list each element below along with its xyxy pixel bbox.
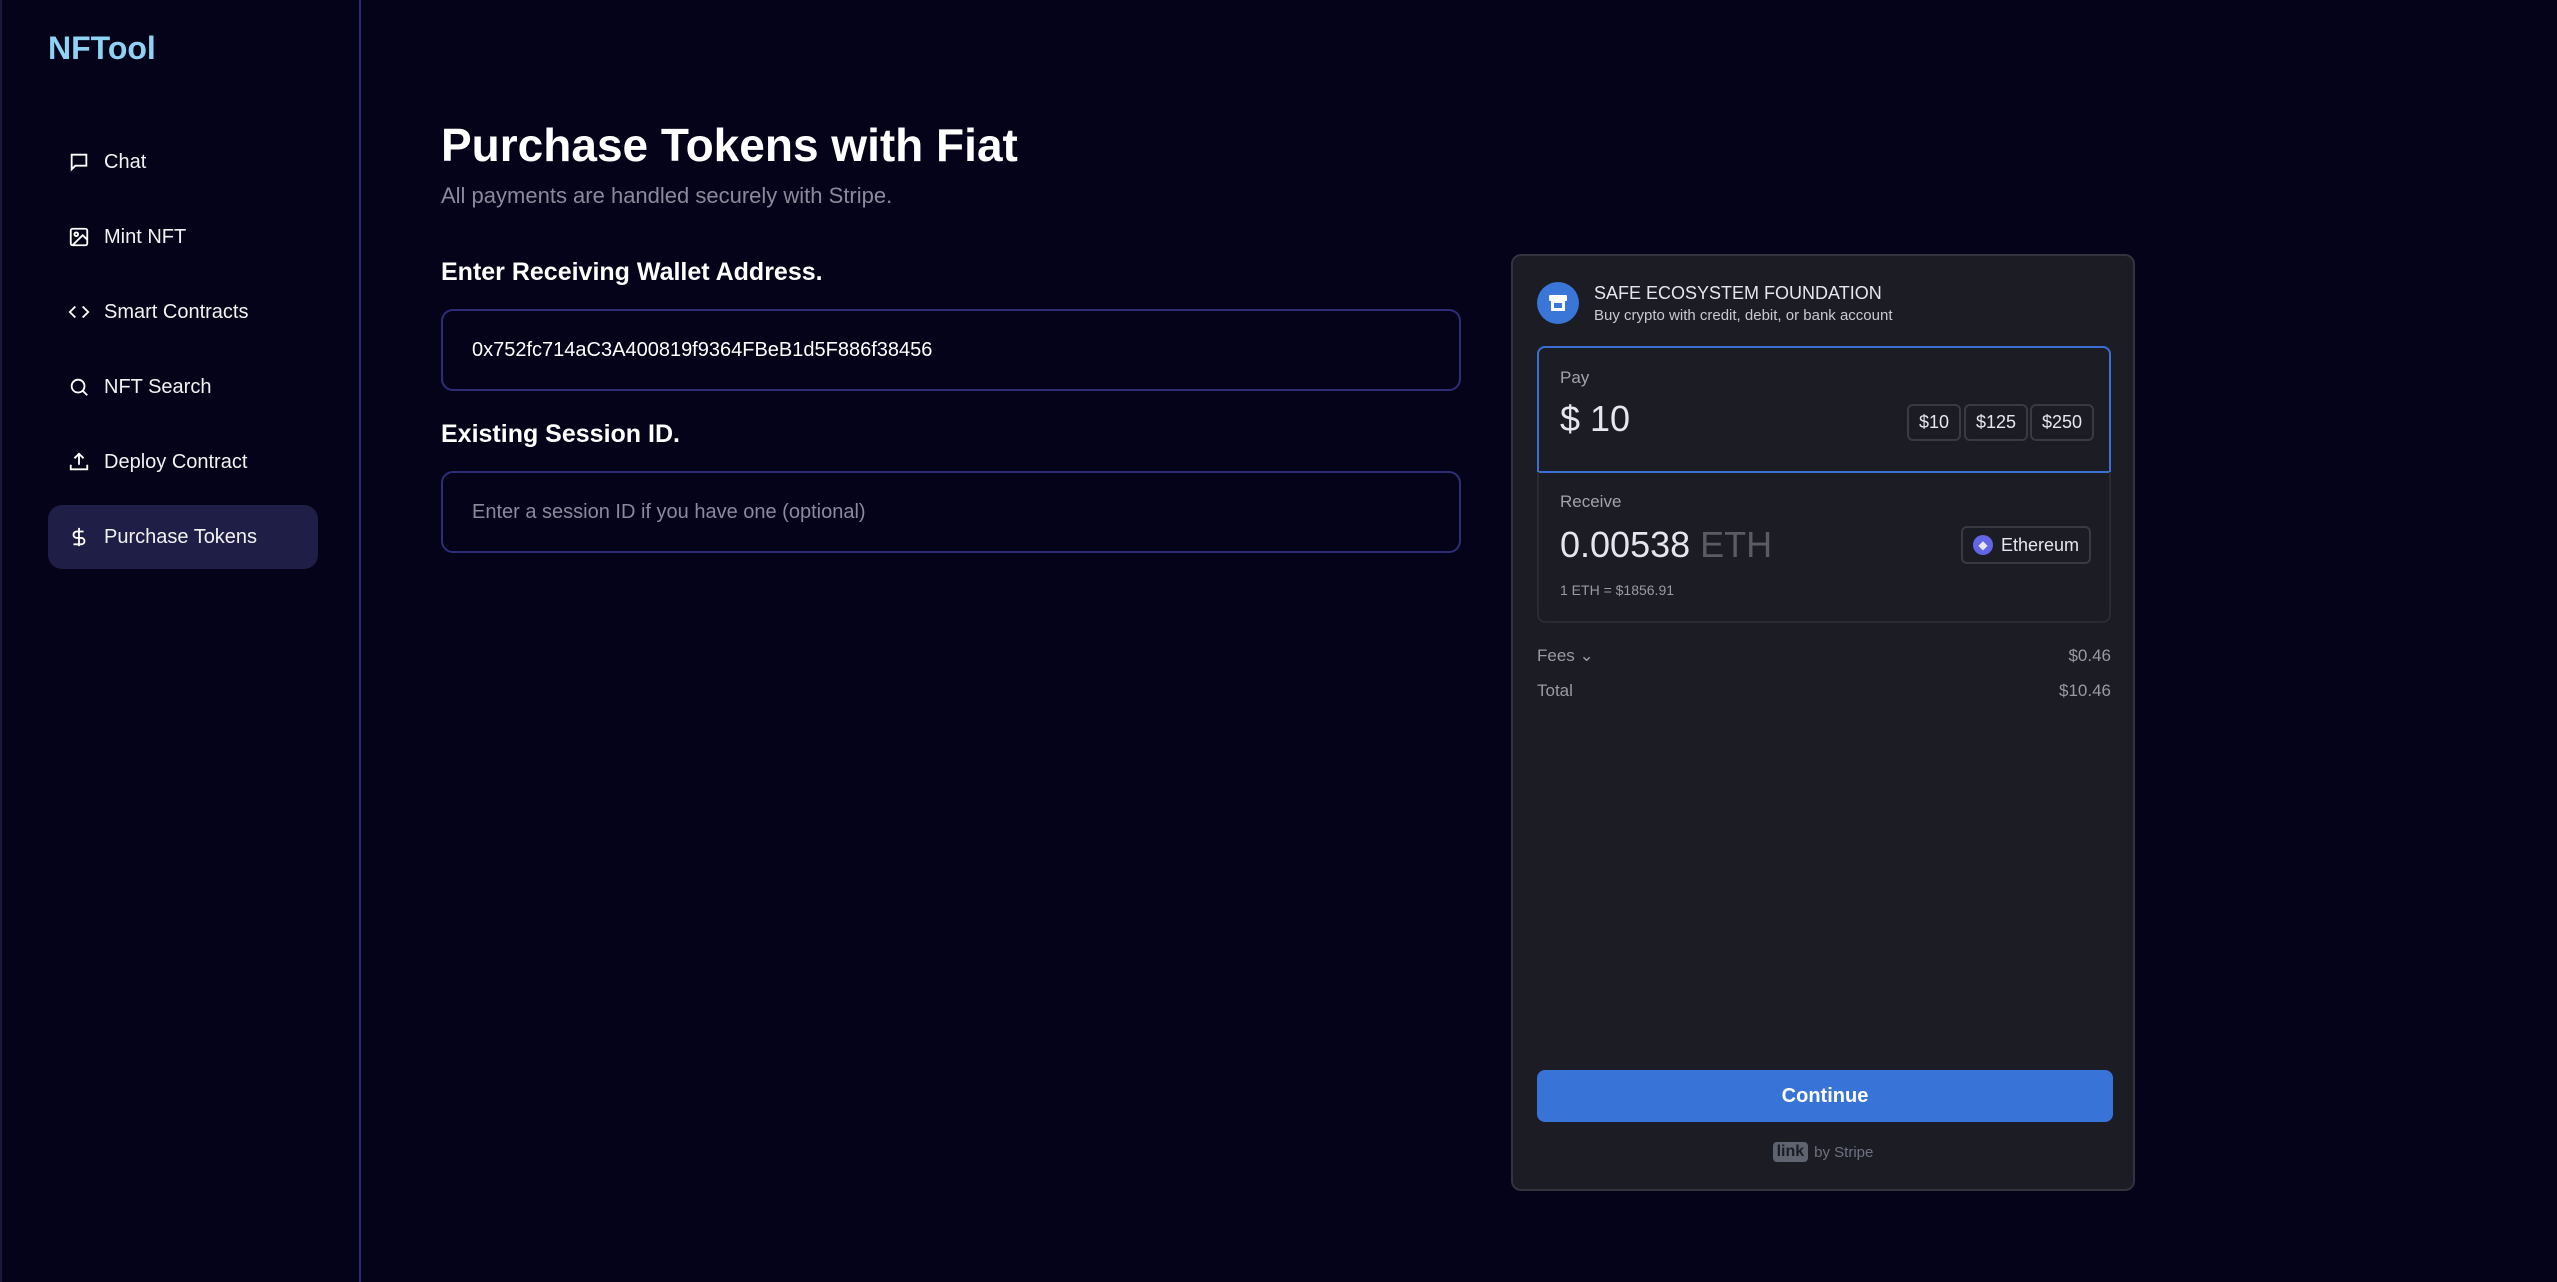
preset-125-button[interactable]: $125 [1964, 404, 2029, 441]
continue-button[interactable]: Continue [1537, 1070, 2113, 1122]
total-label: Total [1537, 681, 1573, 700]
sidebar-item-label: Deploy Contract [104, 450, 248, 473]
upload-icon [69, 452, 89, 471]
powered-by-text: by Stripe [1814, 1143, 1874, 1161]
sidebar: NFTool Chat Mint NFT Smart Contracts NFT… [0, 0, 361, 1282]
chevron-down-icon: ⌄ [1579, 646, 1594, 665]
powered-by: link by Stripe [1513, 1142, 2133, 1162]
sidebar-item-label: Smart Contracts [104, 300, 249, 323]
pay-section[interactable]: Pay $ 10 $10 $125 $250 [1537, 346, 2111, 473]
preset-250-button[interactable]: $250 [2030, 404, 2095, 441]
sidebar-item-label: Mint NFT [104, 225, 187, 248]
page-title: Purchase Tokens with Fiat [441, 119, 1018, 171]
wallet-address-label: Enter Receiving Wallet Address. [441, 258, 823, 286]
receive-unit: ETH [1700, 524, 1773, 565]
sidebar-item-chat[interactable]: Chat [48, 130, 318, 194]
code-icon [68, 305, 90, 319]
fees-row[interactable]: Fees ⌄ $0.46 [1537, 646, 2111, 666]
image-icon [69, 227, 89, 247]
sidebar-item-label: NFT Search [104, 375, 212, 398]
session-id-input[interactable] [441, 471, 1461, 553]
pay-amount-input[interactable]: $ 10 [1560, 398, 1630, 440]
exchange-rate: 1 ETH = $1856.91 [1560, 582, 1675, 598]
merchant-name: SAFE ECOSYSTEM FOUNDATION [1594, 283, 1882, 303]
pay-label: Pay [1560, 368, 1590, 387]
dollar-icon [72, 527, 86, 547]
sidebar-item-label: Purchase Tokens [104, 525, 258, 548]
session-id-label: Existing Session ID. [441, 420, 680, 448]
network-selector[interactable]: ◆ Ethereum [1960, 526, 2091, 564]
total-row: Total $10.46 [1537, 681, 2111, 701]
onramp-widget: SAFE ECOSYSTEM FOUNDATION Buy crypto wit… [1511, 254, 2135, 1191]
sidebar-item-deploy-contract[interactable]: Deploy Contract [48, 430, 318, 494]
receive-amount: 0.00538 ETH [1560, 524, 1772, 566]
total-value: $10.46 [2059, 681, 2111, 700]
chat-icon [70, 153, 88, 172]
store-icon [1537, 282, 1579, 324]
app-logo[interactable]: NFTool [48, 30, 156, 67]
sidebar-item-nft-search[interactable]: NFT Search [48, 355, 318, 419]
receive-label: Receive [1560, 492, 1622, 511]
merchant-description: Buy crypto with credit, debit, or bank a… [1594, 307, 1893, 324]
sidebar-item-smart-contracts[interactable]: Smart Contracts [48, 280, 318, 344]
link-logo: link [1772, 1142, 1809, 1162]
fees-label: Fees [1537, 646, 1575, 665]
sidebar-item-mint-nft[interactable]: Mint NFT [48, 205, 318, 269]
ethereum-icon: ◆ [1972, 535, 1993, 555]
page-subtitle: All payments are handled securely with S… [441, 183, 893, 208]
fees-value: $0.46 [2068, 646, 2111, 665]
wallet-address-input[interactable] [441, 309, 1461, 391]
search-icon [70, 378, 88, 396]
preset-10-button[interactable]: $10 [1907, 404, 1962, 441]
fees-toggle[interactable]: Fees ⌄ [1537, 646, 1594, 666]
sidebar-item-label: Chat [104, 150, 147, 173]
receive-amount-value: 0.00538 [1560, 524, 1691, 565]
network-label: Ethereum [2000, 534, 2079, 555]
sidebar-item-purchase-tokens[interactable]: Purchase Tokens [48, 505, 318, 569]
receive-section: Receive 0.00538 ETH ◆ Ethereum 1 ETH = $… [1537, 472, 2111, 623]
